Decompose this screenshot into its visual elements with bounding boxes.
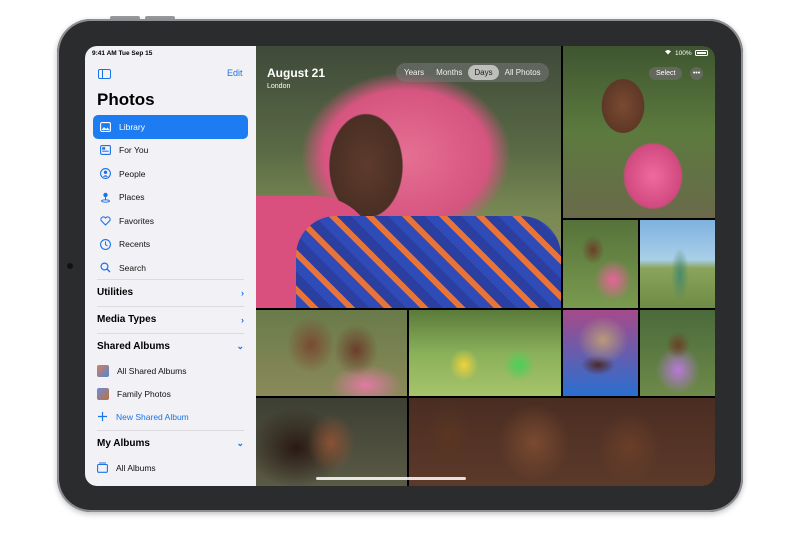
sidebar-item-label: New Shared Album [116, 411, 189, 422]
section-utilities[interactable]: Utilities › [97, 279, 244, 305]
date-title: August 21 [267, 66, 326, 80]
sidebar-item-label: All Shared Albums [117, 365, 187, 376]
location-label: London [267, 83, 291, 90]
chevron-down-icon: ⌄ [236, 341, 244, 351]
more-icon[interactable]: ••• [690, 67, 703, 80]
front-camera [67, 263, 73, 269]
tab-months[interactable]: Months [430, 65, 468, 80]
view-segmented-control: Years Months Days All Photos [396, 63, 549, 82]
sidebar-item-label: Search [119, 262, 146, 273]
album-thumbnail [97, 387, 109, 400]
photo-tile[interactable] [563, 220, 638, 308]
photo-tile[interactable] [640, 220, 715, 308]
albums-icon [97, 462, 108, 473]
sidebar-list: Library For You People Places Favorites … [93, 115, 248, 280]
sidebar-item-label: Family Photos [117, 388, 171, 399]
heart-icon [100, 215, 111, 226]
status-time: 9:41 AM Tue Sep 15 [92, 50, 153, 57]
sidebar-item-for-you[interactable]: For You [93, 139, 248, 163]
photo-tile[interactable] [640, 310, 715, 396]
tab-days[interactable]: Days [468, 65, 499, 80]
sidebar-item-library[interactable]: Library [93, 115, 248, 139]
for-you-icon [100, 145, 111, 156]
photo-tile[interactable] [409, 398, 715, 486]
section-media-types[interactable]: Media Types › [97, 306, 244, 332]
section-title: Utilities [97, 287, 134, 298]
section-title: Shared Albums [97, 341, 170, 352]
status-indicators: 100% [664, 49, 708, 57]
sidebar-item-label: Places [119, 192, 145, 203]
sidebar-item-all-shared-albums[interactable]: All Shared Albums [97, 359, 244, 382]
photo-tile-hero[interactable]: August 21 London [256, 46, 561, 308]
photo-detail [296, 216, 561, 308]
wifi-icon [664, 49, 672, 57]
sidebar-item-label: Library [119, 121, 145, 132]
edit-button[interactable]: Edit [227, 68, 243, 78]
chevron-right-icon: › [241, 287, 244, 298]
sidebar-item-label: People [119, 168, 146, 179]
section-shared-albums[interactable]: Shared Albums ⌄ [97, 333, 244, 359]
sidebar-item-label: Recents [119, 239, 151, 250]
photo-tile[interactable] [563, 310, 638, 396]
sidebar-item-all-albums[interactable]: All Albums [97, 456, 244, 479]
sidebar-item-places[interactable]: Places [93, 186, 248, 210]
photo-grid: August 21 London 100% Years Months Days … [256, 46, 715, 486]
stage: 9:41 AM Tue Sep 15 Edit Photos Library F… [0, 0, 800, 533]
tab-all-photos[interactable]: All Photos [499, 65, 547, 80]
sidebar-item-people[interactable]: People [93, 162, 248, 186]
section-my-albums[interactable]: My Albums ⌄ [97, 430, 244, 456]
section-title: My Albums [97, 438, 150, 449]
sidebar-item-label: For You [119, 145, 149, 156]
sidebar-item-family-photos[interactable]: Family Photos [97, 382, 244, 405]
sidebar-toggle-icon[interactable] [98, 69, 111, 79]
sidebar-item-favorites[interactable]: Favorites [93, 209, 248, 233]
photo-tile[interactable] [409, 310, 561, 396]
screen: 9:41 AM Tue Sep 15 Edit Photos Library F… [85, 46, 715, 486]
people-icon [100, 168, 111, 180]
sidebar-item-search[interactable]: Search [93, 256, 248, 280]
select-button[interactable]: Select [649, 67, 683, 80]
chevron-right-icon: › [241, 314, 244, 325]
battery-icon [694, 50, 708, 56]
shared-albums-icon [97, 364, 109, 377]
tab-years[interactable]: Years [398, 65, 430, 80]
photo-tile[interactable] [256, 310, 407, 396]
sidebar: 9:41 AM Tue Sep 15 Edit Photos Library F… [85, 46, 256, 486]
sidebar-item-label: All Albums [116, 462, 156, 473]
places-icon [100, 192, 111, 203]
photo-tile[interactable] [256, 398, 407, 486]
sidebar-item-recents[interactable]: Recents [93, 233, 248, 257]
library-icon [100, 121, 111, 132]
home-indicator [316, 477, 466, 480]
plus-icon [97, 411, 108, 422]
clock-icon [100, 238, 111, 250]
search-icon [100, 262, 111, 273]
new-shared-album-button[interactable]: New Shared Album [97, 405, 244, 428]
battery-percent: 100% [675, 49, 692, 57]
chevron-down-icon: ⌄ [236, 438, 244, 448]
sidebar-item-label: Favorites [119, 215, 154, 226]
section-title: Media Types [97, 314, 157, 325]
sidebar-title: Photos [97, 90, 155, 109]
